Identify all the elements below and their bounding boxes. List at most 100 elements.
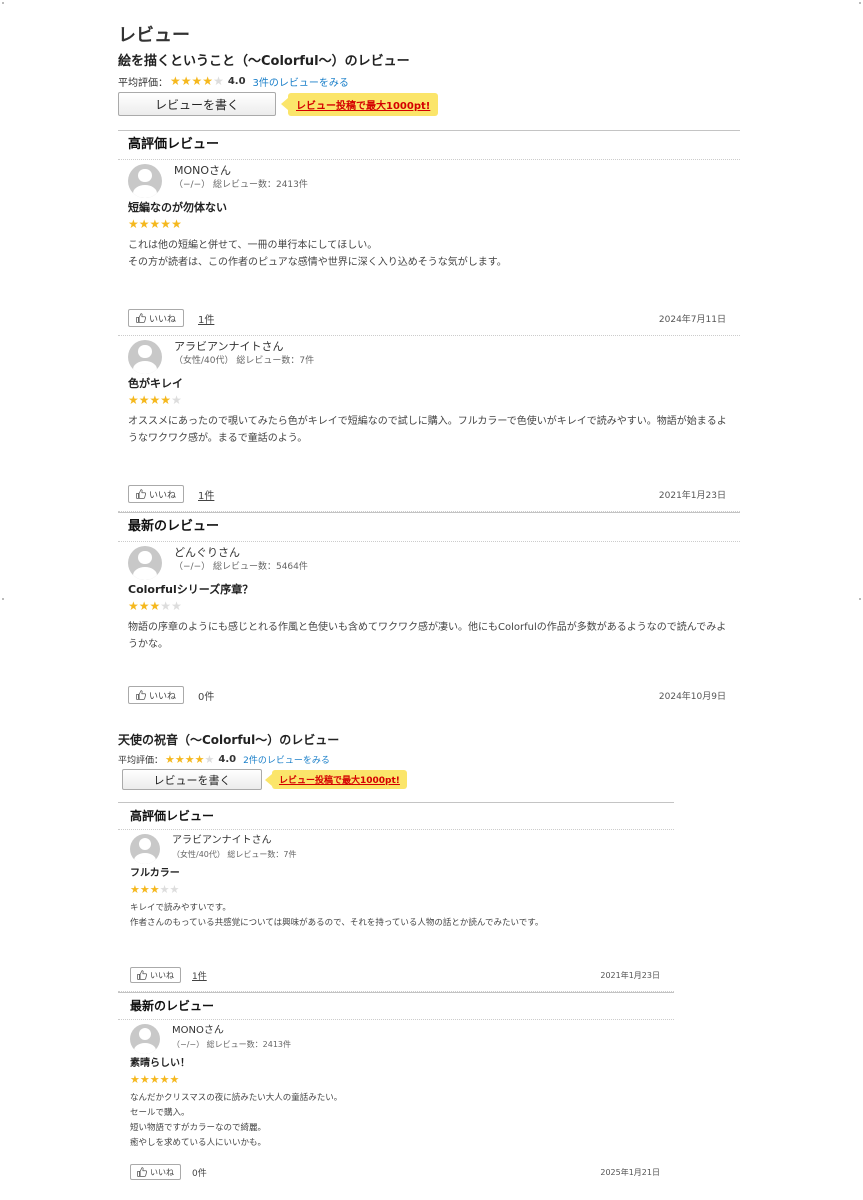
- like-button[interactable]: いいね: [130, 1164, 181, 1180]
- avatar-head: [138, 344, 152, 359]
- section-heading: 高評価レビュー: [118, 131, 740, 160]
- page-edge-mark: [859, 598, 861, 600]
- book-review-title: 絵を描くということ（〜Colorful〜）のレビュー: [118, 54, 410, 69]
- star-empty-icon: ★: [159, 883, 170, 896]
- like-button-label: いいね: [148, 490, 176, 501]
- reviewer-info: アラビアンナイトさん （女性/40代） 総レビュー数：7件: [172, 834, 297, 862]
- reviewer-meta: （−/−） 総レビュー数：2413件: [172, 1040, 292, 1049]
- review-date: 2021年1月23日: [600, 970, 660, 980]
- review-footer: いいね 0件 2025年1月21日: [130, 1164, 660, 1180]
- reviewer: アラビアンナイトさん （女性/40代） 総レビュー数：7件: [128, 340, 730, 374]
- point-campaign-badge[interactable]: レビュー投稿で最大1000pt!: [280, 92, 439, 116]
- point-campaign-badge[interactable]: レビュー投稿で最大1000pt!: [265, 770, 407, 789]
- reviewer-name: アラビアンナイトさん: [174, 340, 284, 353]
- review-body: これは他の短編と併せて、一冊の単行本にしてほしい。 その方が読者は、この作者のピュ…: [128, 237, 730, 271]
- star-empty-icon: ★: [160, 599, 172, 613]
- star-filled-icon: ★: [180, 74, 192, 88]
- avatar-head: [138, 550, 152, 565]
- avatar-body: [134, 1042, 156, 1054]
- star-filled-icon: ★: [174, 752, 185, 766]
- like-button[interactable]: いいね: [128, 309, 184, 327]
- review-section: 最新のレビュー どんぐりさん （−/−） 総レビュー数：5464件 Colorfulシ…: [118, 512, 740, 712]
- review-body: オススメにあったので覗いてみたら色がキレイで短編なので試しに購入。フルカラーで色…: [128, 413, 730, 447]
- average-rating-stars: ★ ★ ★ ★ ★: [170, 74, 224, 88]
- review-card: アラビアンナイトさん （女性/40代） 総レビュー数：7件 フルカラー ★ ★ ★ ★ ★ キレ…: [118, 830, 674, 992]
- reviewer: MONOさん （−/−） 総レビュー数：2413件: [128, 164, 730, 198]
- star-filled-icon: ★: [169, 1073, 180, 1086]
- star-filled-icon: ★: [149, 883, 160, 896]
- page-edge-mark: [2, 598, 4, 600]
- average-rating-label: 平均評価：: [118, 77, 168, 89]
- avatar-head: [139, 1028, 151, 1041]
- like-button[interactable]: いいね: [128, 485, 184, 503]
- review-title: 色がキレイ: [128, 377, 183, 390]
- page-title: レビュー: [118, 25, 190, 46]
- write-review-row: レビューを書く レビュー投稿で最大1000pt!: [118, 92, 740, 116]
- review-title: 短編なのが勿体ない: [128, 201, 227, 214]
- write-review-button[interactable]: レビューを書く: [122, 769, 262, 790]
- avatar: [130, 834, 160, 864]
- star-filled-icon: ★: [128, 217, 139, 231]
- thumbs-up-icon: [136, 489, 146, 499]
- avatar: [130, 1024, 160, 1054]
- thumbs-up-icon: [136, 313, 146, 323]
- average-rating-value: 4.0: [227, 75, 246, 87]
- review-card: MONOさん （−/−） 総レビュー数：2413件 短編なのが勿体ない ★ ★ ★ ★ ★ これ…: [118, 160, 740, 336]
- reviewer-meta: （女性/40代） 総レビュー数：7件: [172, 850, 297, 859]
- reviewer: MONOさん （−/−） 総レビュー数：2413件: [130, 1024, 662, 1054]
- all-reviews-link[interactable]: 3件のレビューをみる: [253, 74, 349, 89]
- review-rating: ★ ★ ★ ★ ★: [128, 599, 730, 613]
- star-filled-icon: ★: [165, 752, 175, 766]
- avatar-body: [132, 361, 158, 374]
- review-rating: ★ ★ ★ ★ ★: [130, 883, 662, 896]
- review-rating-stars: ★ ★ ★ ★ ★: [128, 599, 182, 613]
- review-date: 2025年1月21日: [600, 1167, 660, 1177]
- review-rating: ★ ★ ★ ★ ★: [130, 1073, 662, 1086]
- review-section: 高評価レビュー アラビアンナイトさん （女性/40代） 総レビュー数：7件 フルカラー…: [118, 802, 674, 992]
- review-body-line: これは他の短編と併せて、一冊の単行本にしてほしい。: [128, 240, 378, 251]
- review-title: フルカラー: [130, 868, 180, 879]
- review-body-line: なんだかクリスマスの夜に読みたい大人の童話みたい。: [130, 1093, 343, 1103]
- review-rating-stars: ★ ★ ★ ★ ★: [128, 393, 182, 407]
- avatar: [128, 340, 162, 374]
- review-section: 高評価レビュー MONOさん （−/−） 総レビュー数：2413件短編なのが勿体ない…: [118, 130, 740, 512]
- like-button-label: いいね: [150, 970, 174, 980]
- star-filled-icon: ★: [171, 217, 182, 231]
- review-body-line: 短い物語ですがカラーなので綺麗。: [130, 1123, 267, 1133]
- review-footer: いいね 1件 2024年7月11日: [128, 309, 726, 327]
- reviewer-name: MONOさん: [174, 164, 232, 177]
- reviewer-info: アラビアンナイトさん （女性/40代） 総レビュー数：7件: [174, 340, 314, 368]
- review-title: 素晴らしい！: [130, 1058, 190, 1069]
- like-count[interactable]: 1件: [198, 311, 214, 326]
- write-review-button[interactable]: レビューを書く: [118, 92, 276, 116]
- star-filled-icon: ★: [130, 883, 140, 896]
- star-filled-icon: ★: [160, 393, 172, 407]
- thumbs-up-icon: [137, 970, 147, 980]
- review-page: レビュー 絵を描くということ（〜Colorful〜）のレビュー 平均評価： ★ ★ ★ ★ ★…: [0, 0, 863, 1200]
- star-filled-icon: ★: [170, 74, 181, 88]
- reviewer-name: アラビアンナイトさん: [172, 835, 272, 846]
- book-review-title: 天使の祝音（〜Colorful〜）のレビュー: [118, 733, 340, 747]
- all-reviews-link[interactable]: 2件のレビューをみる: [243, 753, 330, 766]
- review-body: 物語の序章のようにも感じとれる作風と色使いも含めてワクワク感が凄い。他にもCol…: [128, 619, 730, 653]
- review-rating-stars: ★ ★ ★ ★ ★: [130, 1073, 179, 1086]
- review-date: 2024年10月9日: [658, 691, 726, 702]
- review-body-line: オススメにあったので覗いてみたら色がキレイで短編なので試しに購入。フルカラーで色…: [128, 416, 727, 444]
- avatar: [128, 546, 162, 580]
- like-button[interactable]: いいね: [128, 686, 184, 704]
- star-filled-icon: ★: [138, 393, 150, 407]
- star-filled-icon: ★: [149, 599, 161, 613]
- avatar-head: [139, 838, 151, 851]
- star-empty-icon: ★: [213, 74, 224, 88]
- reviewer-meta: （−/−） 総レビュー数：2413件: [174, 180, 308, 190]
- like-count[interactable]: 1件: [198, 487, 214, 502]
- like-button[interactable]: いいね: [130, 967, 181, 983]
- review-card: どんぐりさん （−/−） 総レビュー数：5464件 Colorfulシリーズ序章？ ★…: [118, 542, 740, 712]
- star-empty-icon: ★: [171, 599, 182, 613]
- review-body-line: 物語の序章のようにも感じとれる作風と色使いも含めてワクワク感が凄い。他にもCol…: [128, 622, 727, 650]
- like-count[interactable]: 1件: [192, 969, 207, 982]
- reviewer: どんぐりさん （−/−） 総レビュー数：5464件: [128, 546, 730, 580]
- review-date: 2021年1月23日: [658, 490, 726, 501]
- reviewer-info: どんぐりさん （−/−） 総レビュー数：5464件: [174, 546, 308, 574]
- review-footer: いいね 0件 2024年10月9日: [128, 686, 726, 704]
